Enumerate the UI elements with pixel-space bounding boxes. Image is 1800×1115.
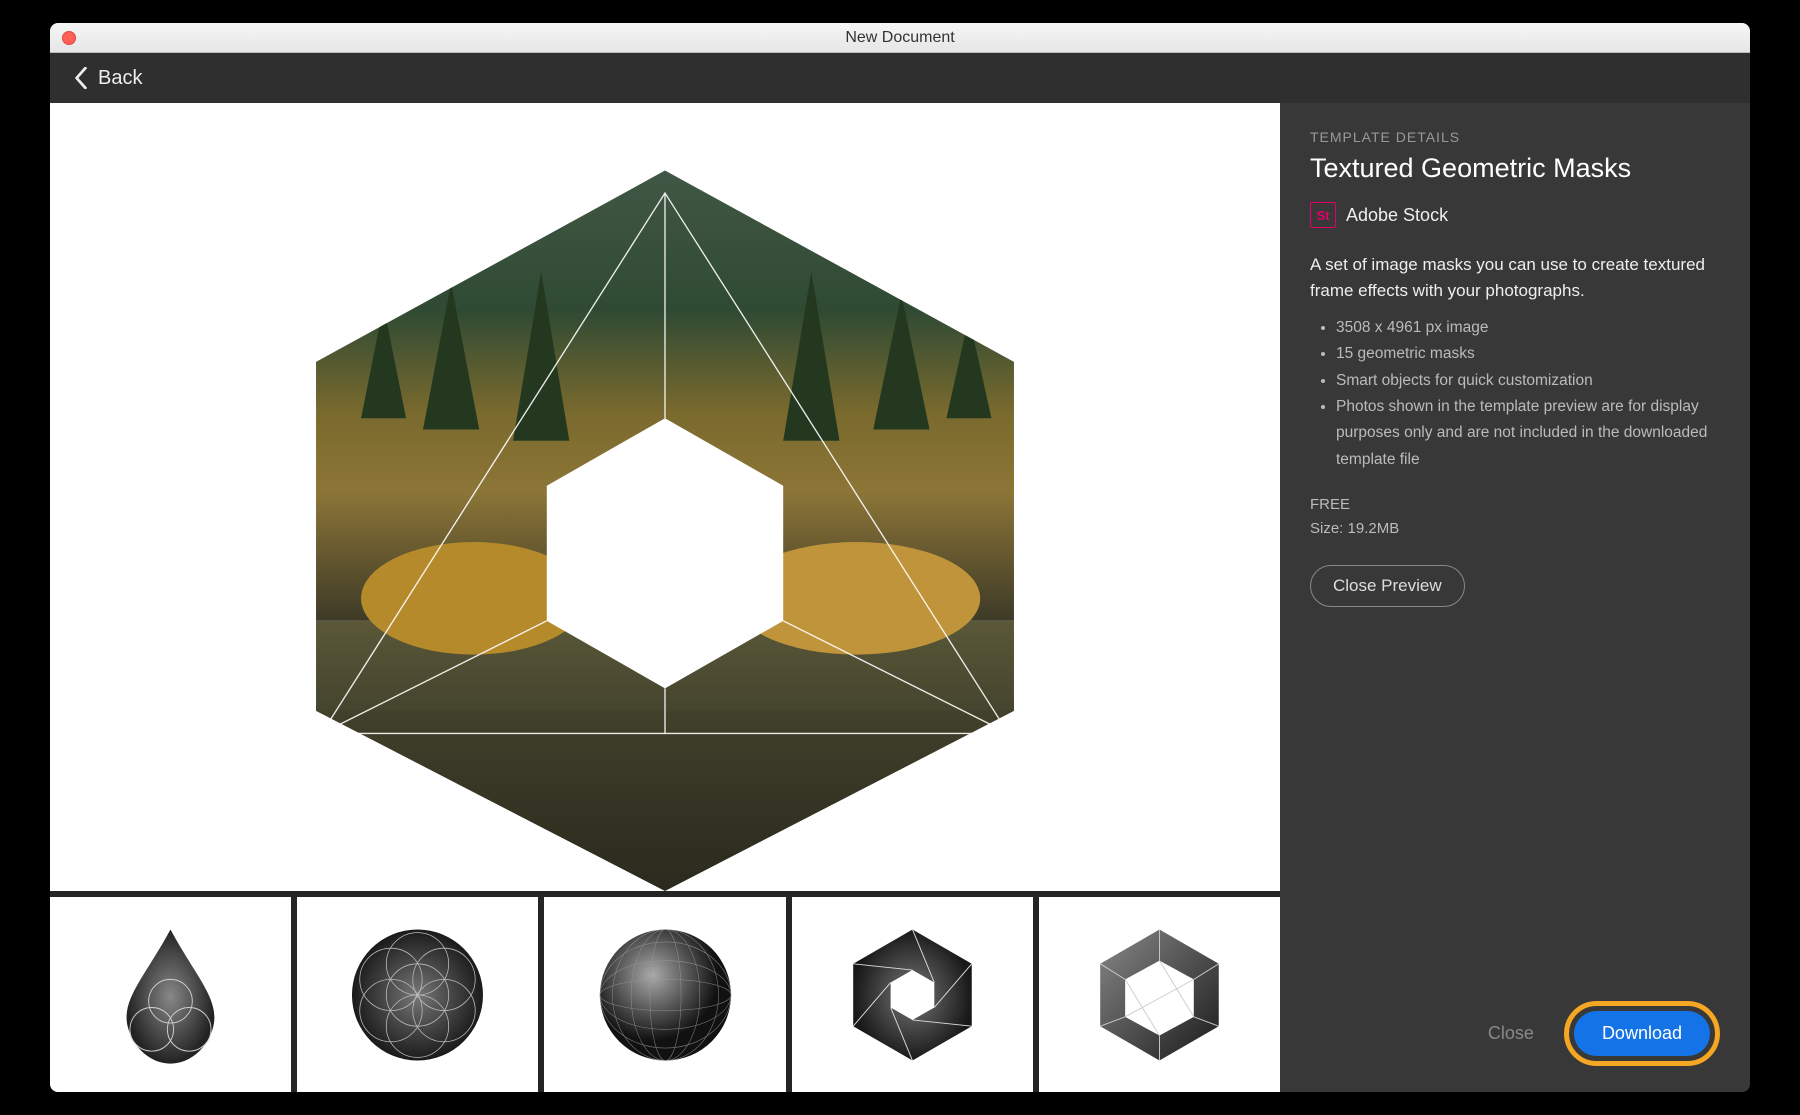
download-button[interactable]: Download (1574, 1011, 1710, 1056)
thumbnail-row (50, 897, 1280, 1092)
topbar: Back (50, 53, 1750, 103)
titlebar: New Document (50, 23, 1750, 53)
price-label: FREE (1310, 493, 1720, 517)
window-controls (62, 31, 76, 45)
stock-source[interactable]: St Adobe Stock (1310, 202, 1720, 228)
close-button[interactable]: Close (1472, 1013, 1550, 1054)
size-label: Size: 19.2MB (1310, 517, 1720, 541)
details-header: TEMPLATE DETAILS (1310, 129, 1720, 145)
panel-footer: Close Download (1310, 1001, 1720, 1066)
feature-item: 15 geometric masks (1336, 341, 1720, 367)
stock-label: Adobe Stock (1346, 205, 1448, 226)
feature-list: 3508 x 4961 px image 15 geometric masks … (1310, 315, 1720, 473)
close-preview-button[interactable]: Close Preview (1310, 565, 1465, 607)
thumb-hex-cube[interactable] (1039, 897, 1280, 1092)
template-title: Textured Geometric Masks (1310, 153, 1720, 184)
hexagon-preview-image (50, 103, 1280, 891)
preview-pane (50, 103, 1280, 1092)
back-button[interactable]: Back (74, 67, 142, 90)
content: TEMPLATE DETAILS Textured Geometric Mask… (50, 103, 1750, 1092)
chevron-left-icon (74, 67, 88, 89)
thumb-teardrop[interactable] (50, 897, 291, 1092)
main-preview (50, 103, 1280, 891)
close-window-icon[interactable] (62, 31, 76, 45)
template-description: A set of image masks you can use to crea… (1310, 252, 1720, 303)
window-title: New Document (50, 29, 1750, 47)
details-panel: TEMPLATE DETAILS Textured Geometric Mask… (1280, 103, 1750, 1092)
thumb-aperture[interactable] (792, 897, 1033, 1092)
feature-item: Photos shown in the template preview are… (1336, 394, 1720, 473)
thumb-sphere-grid[interactable] (544, 897, 785, 1092)
back-label: Back (98, 67, 142, 90)
thumb-circle-flower[interactable] (297, 897, 538, 1092)
feature-item: Smart objects for quick customization (1336, 368, 1720, 394)
feature-item: 3508 x 4961 px image (1336, 315, 1720, 341)
new-document-window: New Document Back (50, 23, 1750, 1092)
adobe-stock-icon: St (1310, 202, 1336, 228)
download-highlight: Download (1564, 1001, 1720, 1066)
template-meta: FREE Size: 19.2MB (1310, 493, 1720, 541)
